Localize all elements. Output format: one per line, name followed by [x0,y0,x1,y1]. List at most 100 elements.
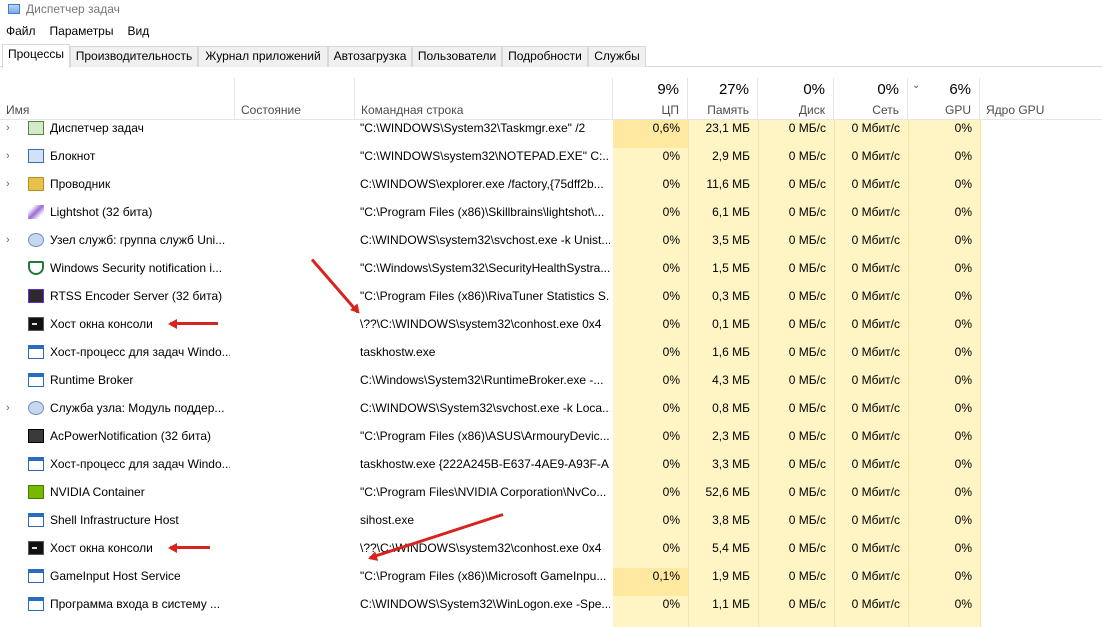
console-icon [28,541,44,555]
expand-chevron-icon[interactable]: › [6,176,16,192]
menu-options[interactable]: Параметры [50,24,114,38]
table-row[interactable]: › Блокнот "C:\WINDOWS\system32\NOTEPAD.EXE… [0,148,1102,176]
process-memory: 3,3 МБ [712,457,750,471]
process-command: "C:\WINDOWS\system32\NOTEPAD.EXE" C:... [360,149,610,163]
gear-icon [28,233,44,247]
column-status[interactable]: Состояние [235,78,355,120]
table-row[interactable]: › Узел служб: группа служб Uni... C:\WINDO… [0,232,1102,260]
tab-startup[interactable]: Автозагрузка [328,46,412,67]
process-cpu: 0% [662,457,680,471]
column-command-label: Командная строка [361,103,464,117]
column-disk-label: Диск [798,103,825,117]
process-disk: 0 МБ/с [788,541,826,555]
process-network: 0 Мбит/с [851,373,900,387]
process-cpu: 0% [662,513,680,527]
process-gpu: 0% [954,149,972,163]
process-cpu: 0% [662,289,680,303]
column-header: Имя Состояние Командная строка 9% ЦП 27%… [0,78,1102,120]
process-command: "C:\Program Files (x86)\ASUS\ArmouryDevi… [360,429,610,443]
process-name: Хост окна консоли [50,541,153,555]
table-row[interactable]: Хост-процесс для задач Windo... taskhostw… [0,456,1102,484]
process-network: 0 Мбит/с [851,485,900,499]
process-gpu: 0% [954,289,972,303]
process-memory: 3,8 МБ [712,513,750,527]
process-memory: 11,6 МБ [706,177,750,191]
process-name: Shell Infrastructure Host [50,513,179,527]
table-row[interactable]: Хост окна консоли \??\C:\WINDOWS\system32… [0,540,1102,568]
tab-processes[interactable]: Процессы [2,44,70,68]
process-cpu: 0,1% [613,568,688,596]
table-row[interactable]: RTSS Encoder Server (32 бита) "C:\Program… [0,288,1102,316]
column-cpu-label: ЦП [661,103,679,117]
process-memory: 5,4 МБ [712,541,750,555]
column-gpu-engine[interactable]: Ядро GPU [980,78,1102,120]
process-memory: 4,3 МБ [712,373,750,387]
table-row[interactable]: Хост окна консоли \??\C:\WINDOWS\system32… [0,316,1102,344]
process-memory: 1,5 МБ [712,261,750,275]
window-icon [28,345,44,359]
process-command: taskhostw.exe [360,345,436,359]
process-gpu: 0% [954,373,972,387]
process-name: Диспетчер задач [50,121,144,135]
network-total-pct: 0% [877,81,899,98]
tab-details[interactable]: Подробности [502,46,588,67]
process-name: Узел служб: группа служб Uni... [50,233,226,247]
tab-users[interactable]: Пользователи [412,46,502,67]
table-row[interactable]: › Диспетчер задач "C:\WINDOWS\System32\Tas… [0,120,1102,148]
memory-total-pct: 27% [718,81,749,98]
column-command[interactable]: Командная строка [355,78,613,120]
process-gpu: 0% [954,429,972,443]
process-command: "C:\Program Files (x86)\RivaTuner Statis… [360,289,610,303]
process-network: 0 Мбит/с [851,121,900,135]
table-row[interactable]: › Служба узла: Модуль поддер... C:\WINDOWS… [0,400,1102,428]
table-row[interactable]: Программа входа в систему ... C:\WINDOWS\… [0,596,1102,624]
table-row[interactable]: Хост-процесс для задач Windo... taskhostw… [0,344,1102,372]
process-disk: 0 МБ/с [788,569,826,583]
column-network[interactable]: 0% Сеть [834,78,908,120]
process-cpu: 0% [662,485,680,499]
window-icon [28,513,44,527]
tab-services[interactable]: Службы [588,46,646,67]
column-disk[interactable]: 0% Диск [758,78,834,120]
column-name-label: Имя [6,103,30,117]
expand-chevron-icon[interactable]: › [6,400,16,416]
table-row[interactable]: Lightshot (32 бита) "C:\Program Files (x8… [0,204,1102,232]
table-row[interactable]: Windows Security notification i... "C:\Wi… [0,260,1102,288]
process-cpu: 0% [662,401,680,415]
column-name[interactable]: Имя [0,78,235,120]
feather-icon [28,205,44,219]
process-memory: 23,1 МБ [705,121,750,135]
table-row[interactable]: Runtime Broker C:\Windows\System32\Runtim… [0,372,1102,400]
process-command: C:\Windows\System32\RuntimeBroker.exe -.… [360,373,604,387]
expand-chevron-icon[interactable]: › [6,120,16,136]
table-row[interactable]: › Проводник C:\WINDOWS\explorer.exe /facto… [0,176,1102,204]
process-name: Служба узла: Модуль поддер... [50,401,225,415]
process-network: 0 Мбит/с [851,345,900,359]
process-list[interactable]: › Диспетчер задач "C:\WINDOWS\System32\Tas… [0,120,1102,627]
process-cpu: 0,6% [613,120,688,148]
table-row[interactable]: GameInput Host Service "C:\Program Files … [0,568,1102,596]
expand-chevron-icon[interactable]: › [6,232,16,248]
table-row[interactable]: AcPowerNotification (32 бита) "C:\Program… [0,428,1102,456]
process-memory: 2,3 МБ [712,429,750,443]
table-row[interactable]: Shell Infrastructure Host sihost.exe 0% 3,8… [0,512,1102,540]
window-icon [28,597,44,611]
process-network: 0 Мбит/с [851,289,900,303]
table-row[interactable]: NVIDIA Container "C:\Program Files\NVIDIA… [0,484,1102,512]
menu-view[interactable]: Вид [127,24,149,38]
menu-file[interactable]: Файл [6,24,36,38]
column-gpu[interactable]: ⌄ 6% GPU [908,78,980,120]
gpu-total-pct: 6% [949,81,971,98]
tab-performance[interactable]: Производительность [70,46,198,67]
gear-icon [28,401,44,415]
process-command: \??\C:\WINDOWS\system32\conhost.exe 0x4 [360,541,602,555]
process-disk: 0 МБ/с [788,345,826,359]
expand-chevron-icon[interactable]: › [6,148,16,164]
process-gpu: 0% [954,569,972,583]
column-memory[interactable]: 27% Память [688,78,758,120]
process-command: C:\WINDOWS\System32\WinLogon.exe -Spe... [360,597,610,611]
process-command: "C:\Windows\System32\SecurityHealthSystr… [360,261,610,275]
tab-app-history[interactable]: Журнал приложений [198,46,328,67]
column-cpu[interactable]: 9% ЦП [613,78,688,120]
process-command: taskhostw.exe {222A245B-E637-4AE9-A93F-A… [360,457,610,471]
